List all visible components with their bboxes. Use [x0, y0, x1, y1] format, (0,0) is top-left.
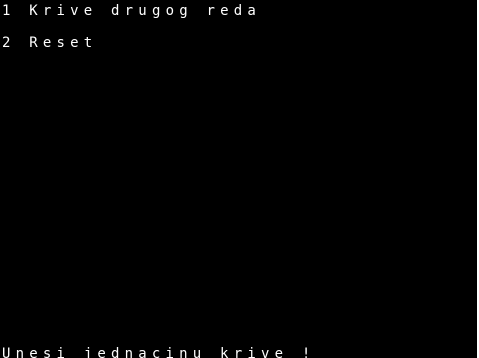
prompt-text: Unesi jednacinu krive !: [2, 346, 316, 358]
menu-item-label: Reset: [29, 35, 98, 51]
menu-item-krive-drugog-reda[interactable]: 1 Krive drugog reda: [2, 3, 261, 19]
menu-item-key: 1: [2, 3, 16, 19]
input-prompt[interactable]: Unesi jednacinu krive !: [2, 346, 315, 358]
menu-item-reset[interactable]: 2 Reset: [2, 35, 97, 51]
terminal-screen: 1 Krive drugog reda 2 Reset Unesi jednac…: [0, 0, 477, 358]
menu-item-label: Krive drugog reda: [29, 3, 261, 19]
menu-item-key: 2: [2, 35, 16, 51]
